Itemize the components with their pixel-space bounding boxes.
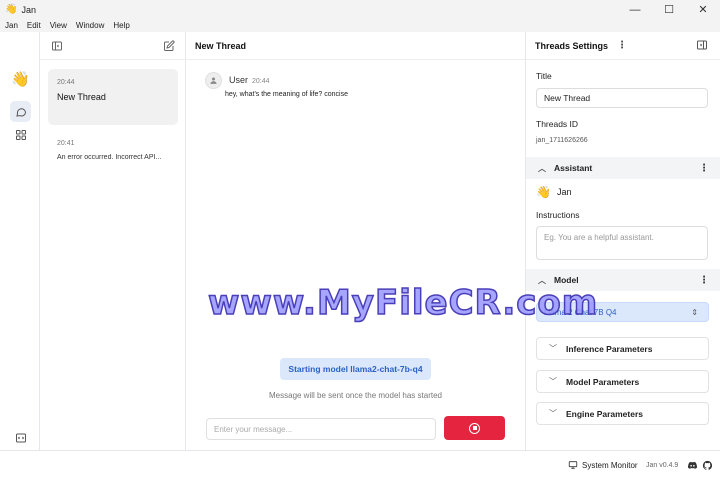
collapse-panel-button[interactable] — [696, 39, 709, 52]
kebab-menu-icon[interactable]: ⋮ — [617, 40, 627, 51]
system-monitor-label: System Monitor — [582, 460, 638, 470]
settings-title: Threads Settings — [535, 40, 609, 51]
instructions-label: Instructions — [536, 210, 580, 220]
title-label: Title — [536, 71, 552, 81]
status-bar: System Monitor Jan v0.4.9 — [0, 450, 720, 480]
chevron-down-icon: ⇕ — [691, 307, 698, 317]
system-monitor-button[interactable]: System Monitor — [568, 460, 638, 470]
model-section-title: Model — [554, 275, 579, 285]
panel-collapse-icon — [697, 40, 707, 50]
sidebar-toggle-icon — [52, 41, 62, 51]
thread-list-toolbar — [40, 32, 186, 60]
message-input[interactable] — [214, 424, 435, 434]
assistant-section-header[interactable]: ︿ Assistant ⋮ — [526, 157, 720, 179]
message-author: User — [229, 75, 249, 85]
jan-logo-icon: 👋 — [11, 71, 30, 88]
chat-panel: New Thread User 20:44 hey, what's the mea… — [186, 32, 525, 450]
close-icon[interactable]: ✕ — [686, 0, 720, 19]
window-controls: — ☐ ✕ — [618, 0, 720, 19]
stop-icon — [469, 422, 480, 434]
kebab-menu-icon[interactable]: ⋮ — [699, 275, 709, 286]
instructions-textarea[interactable]: Eg. You are a helpful assistant. — [536, 226, 708, 260]
thread-title-input[interactable]: New Thread — [536, 88, 708, 108]
menu-bar: Jan Edit View Window Help — [0, 19, 720, 32]
thread-name: New Thread — [57, 92, 106, 102]
model-dropdown[interactable]: Llama 2 Chat 7B Q4 ⇕ — [536, 302, 709, 322]
inference-parameters-accordion[interactable]: ﹀ Inference Parameters — [536, 337, 709, 360]
menu-view[interactable]: View — [50, 21, 67, 30]
thread-id-value: jan_1711626266 — [536, 137, 588, 144]
maximize-icon[interactable]: ☐ — [652, 0, 686, 19]
chat-nav-button[interactable] — [10, 101, 31, 122]
assistant-row: 👋 Jan — [536, 185, 571, 199]
discord-icon[interactable] — [687, 460, 698, 471]
thread-item[interactable]: 20:41 An error occurred. Incorrect API..… — [48, 130, 178, 174]
model-start-hint: Message will be sent once the model has … — [269, 391, 442, 400]
thread-time: 20:41 — [57, 140, 75, 147]
github-icon[interactable] — [702, 460, 713, 471]
monitor-icon — [568, 461, 578, 469]
thread-list-panel: 20:44 New Thread 20:41 An error occurred… — [40, 32, 186, 450]
avatar — [205, 72, 222, 89]
toggle-sidebar-button[interactable] — [50, 39, 64, 53]
model-dropdown-value: Llama 2 Chat 7B Q4 — [544, 307, 617, 317]
accordion-label: Model Parameters — [566, 376, 640, 387]
assistant-section-title: Assistant — [554, 163, 593, 173]
assistant-emoji-icon: 👋 — [536, 185, 551, 199]
model-section-header[interactable]: ︿ Model ⋮ — [526, 269, 720, 291]
chat-header-title: New Thread — [186, 32, 525, 60]
code-window-icon — [15, 433, 26, 442]
chevron-up-icon: ︿ — [538, 275, 546, 285]
menu-edit[interactable]: Edit — [27, 21, 41, 30]
edit-icon — [164, 40, 175, 51]
message-text: hey, what's the meaning of life? concise — [225, 91, 348, 98]
app-version: Jan v0.4.9 — [646, 462, 679, 469]
chat-bubble-icon — [15, 107, 26, 117]
left-rail: 👋 — [0, 32, 40, 464]
chevron-down-icon: ﹀ — [549, 409, 557, 418]
accordion-label: Inference Parameters — [566, 343, 653, 354]
new-thread-button[interactable] — [162, 39, 176, 53]
chevron-up-icon: ︿ — [538, 163, 546, 173]
minimize-icon[interactable]: — — [618, 0, 652, 19]
chevron-down-icon: ﹀ — [549, 377, 557, 386]
kebab-menu-icon[interactable]: ⋮ — [699, 163, 709, 174]
window-title: Jan — [21, 4, 36, 15]
message-composer — [206, 418, 436, 440]
chevron-down-icon: ﹀ — [549, 344, 557, 353]
thread-time: 20:44 — [57, 79, 75, 86]
menu-window[interactable]: Window — [76, 21, 104, 30]
hub-nav-button[interactable] — [10, 124, 31, 145]
engine-parameters-accordion[interactable]: ﹀ Engine Parameters — [536, 402, 709, 425]
stop-button[interactable] — [444, 416, 505, 440]
local-api-server-button[interactable] — [10, 427, 31, 448]
menu-jan[interactable]: Jan — [5, 21, 18, 30]
accordion-label: Engine Parameters — [566, 408, 644, 419]
message-time: 20:44 — [252, 78, 270, 85]
assistant-name: Jan — [556, 187, 572, 197]
model-parameters-accordion[interactable]: ﹀ Model Parameters — [536, 370, 709, 393]
menu-help[interactable]: Help — [113, 21, 129, 30]
thread-preview: An error occurred. Incorrect API... — [57, 154, 162, 161]
thread-item[interactable]: 20:44 New Thread — [48, 69, 178, 125]
title-bar: 👋 Jan — ☐ ✕ — [0, 0, 720, 19]
model-starting-toast: Starting model llama2-chat-7b-q4 — [280, 358, 431, 380]
user-icon — [210, 77, 217, 84]
thread-id-label: Threads ID — [536, 119, 579, 129]
app-icon: 👋 — [5, 3, 18, 15]
thread-settings-panel: Threads Settings ⋮ Title New Thread Thre… — [525, 32, 720, 450]
grid-icon — [15, 129, 26, 140]
